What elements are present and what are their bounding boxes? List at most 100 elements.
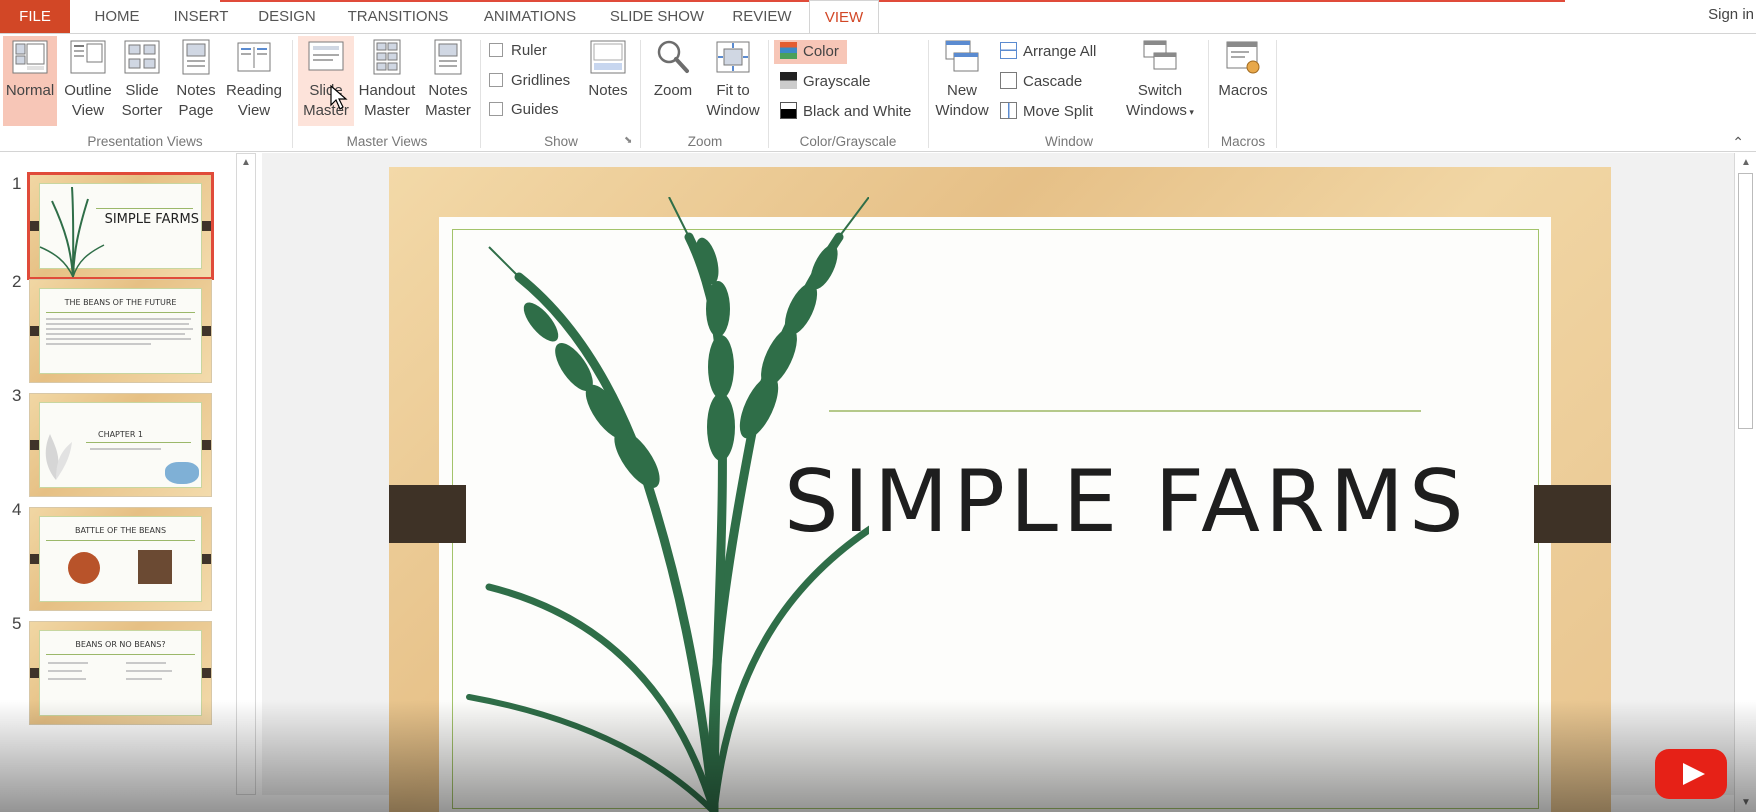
macros-group-label: Macros xyxy=(1220,134,1266,149)
new-window-label-2: Window xyxy=(935,102,989,119)
slide-thumbnail-row[interactable]: 1 SIMPLE FARMS xyxy=(0,172,230,286)
gridlines-checkbox[interactable]: Gridlines xyxy=(489,70,570,92)
cascade-button[interactable]: Cascade xyxy=(1000,70,1082,94)
powerpoint-window: FILE HOME INSERT DESIGN TRANSITIONS ANIM… xyxy=(0,0,1756,812)
handout-label-2: Master xyxy=(364,102,410,119)
group-separator xyxy=(768,40,769,148)
tab-file[interactable]: FILE xyxy=(0,0,70,33)
slide-thumbnail[interactable]: SIMPLE FARMS xyxy=(27,172,214,280)
thumb-clip xyxy=(202,440,211,450)
fit-window-icon xyxy=(716,41,750,73)
fit-to-window-button[interactable]: Fit to Window xyxy=(702,36,764,126)
thumb-rule xyxy=(46,540,195,541)
gridlines-checkbox-box[interactable] xyxy=(489,73,503,87)
macros-button[interactable]: Macros xyxy=(1214,36,1272,126)
thumb-clip xyxy=(30,326,39,336)
slide-thumbnail[interactable]: BATTLE OF THE BEANS xyxy=(29,507,212,611)
notes-master-label-1: Notes xyxy=(428,82,468,99)
tab-design[interactable]: DESIGN xyxy=(250,0,324,33)
thumb-title: BATTLE OF THE BEANS xyxy=(74,526,167,535)
outline-view-button[interactable]: Outline View xyxy=(60,36,116,126)
window-group-label: Window xyxy=(1044,134,1093,149)
thumb-clip xyxy=(202,326,211,336)
switch-label-2: Windows xyxy=(1126,102,1187,119)
slide-number: 2 xyxy=(12,272,22,291)
slide-master-button[interactable]: Slide Master xyxy=(298,36,354,126)
switch-windows-icon xyxy=(1143,40,1177,70)
thumbnail-scrollbar[interactable]: ▲ xyxy=(236,153,256,795)
sign-in-link[interactable]: Sign in xyxy=(1708,6,1754,23)
guides-checkbox-box[interactable] xyxy=(489,102,503,116)
notes-label: Notes xyxy=(588,82,628,99)
move-split-label: Move Split xyxy=(1023,103,1094,120)
grayscale-button[interactable]: Grayscale xyxy=(780,70,871,94)
slide-thumbnail-row[interactable]: 5 BEANS OR NO BEANS? xyxy=(0,614,230,726)
slide-scrollbar[interactable]: ▲ ▼ xyxy=(1734,153,1756,812)
notes-master-button[interactable]: Notes Master xyxy=(420,36,476,126)
thumb-text-line xyxy=(46,333,185,335)
move-split-button[interactable]: Move Split xyxy=(1000,100,1093,124)
show-group-label: Show xyxy=(544,134,578,149)
ruler-checkbox[interactable]: Ruler xyxy=(489,40,547,62)
slide-thumbnail-row[interactable]: 3 CHAPTER 1 xyxy=(0,386,230,498)
notes-page-icon xyxy=(182,39,210,75)
reading-view-button[interactable]: Reading View xyxy=(224,36,284,126)
board-clip-right xyxy=(1534,485,1611,543)
current-slide[interactable]: SIMPLE FARMS xyxy=(389,167,1611,812)
normal-view-button[interactable]: Normal xyxy=(3,36,57,126)
slide-thumbnail[interactable]: BEANS OR NO BEANS? xyxy=(29,621,212,725)
handout-master-button[interactable]: Handout Master xyxy=(354,36,420,126)
tab-insert[interactable]: INSERT xyxy=(168,0,234,33)
tab-animations[interactable]: ANIMATIONS xyxy=(476,0,584,33)
collapse-ribbon-icon[interactable]: ⌃ xyxy=(1732,134,1744,151)
scroll-up-arrow-icon[interactable]: ▲ xyxy=(1741,157,1751,168)
normal-view-icon xyxy=(12,40,48,74)
ruler-checkbox-box[interactable] xyxy=(489,43,503,57)
thumb-rule xyxy=(96,208,193,209)
slide-thumbnail-row[interactable]: 2 THE BEANS OF THE FUTURE xyxy=(0,272,230,384)
reading-label-1: Reading xyxy=(226,82,282,99)
zoom-button[interactable]: Zoom xyxy=(646,36,700,126)
scroll-up-arrow-icon[interactable]: ▲ xyxy=(241,157,251,168)
slide-sorter-button[interactable]: Slide Sorter xyxy=(118,36,166,126)
thumb-text-line xyxy=(46,323,189,325)
tab-view[interactable]: VIEW xyxy=(809,0,879,34)
group-presentation-views: Normal Outline View Slide Sorter Notes P… xyxy=(0,34,290,152)
black-white-button[interactable]: Black and White xyxy=(780,100,911,124)
group-separator xyxy=(1208,40,1209,148)
notes-toggle-button[interactable]: Notes xyxy=(582,36,634,126)
tab-transitions[interactable]: TRANSITIONS xyxy=(340,0,456,33)
outline-view-icon xyxy=(70,40,106,74)
slide-thumbnail[interactable]: THE BEANS OF THE FUTURE xyxy=(29,279,212,383)
guides-checkbox[interactable]: Guides xyxy=(489,99,559,121)
tab-review[interactable]: REVIEW xyxy=(727,0,797,33)
slide-title[interactable]: SIMPLE FARMS xyxy=(784,452,1504,552)
thumb-photo xyxy=(68,552,100,584)
thumb-clip xyxy=(202,668,211,678)
slide-thumbnail-row[interactable]: 4 BATTLE OF THE BEANS xyxy=(0,500,230,612)
handout-master-icon xyxy=(373,39,401,75)
tab-slide-show[interactable]: SLIDE SHOW xyxy=(605,0,709,33)
slide-number: 3 xyxy=(12,386,22,405)
presentation-views-label: Presentation Views xyxy=(87,134,203,149)
new-window-button[interactable]: New Window xyxy=(934,36,990,126)
group-separator xyxy=(640,40,641,148)
scroll-thumb[interactable] xyxy=(1738,173,1753,429)
outline-label-1: Outline xyxy=(64,82,112,99)
color-button[interactable]: Color xyxy=(774,40,847,64)
black-white-swatch-icon xyxy=(780,102,797,119)
switch-windows-button[interactable]: Switch Windows ▾ xyxy=(1118,36,1202,126)
youtube-play-icon[interactable] xyxy=(1655,749,1727,799)
tab-home[interactable]: HOME xyxy=(84,0,150,33)
notes-page-button[interactable]: Notes Page xyxy=(170,36,222,126)
slide-sorter-icon xyxy=(124,40,160,74)
scroll-down-arrow-icon[interactable]: ▼ xyxy=(1741,797,1751,808)
color-group-label: Color/Grayscale xyxy=(799,134,897,149)
arrange-all-button[interactable]: Arrange All xyxy=(1000,40,1096,64)
slide-thumbnail[interactable]: CHAPTER 1 xyxy=(29,393,212,497)
arrange-label: Arrange All xyxy=(1023,43,1097,60)
thumb-clip xyxy=(202,554,211,564)
gridlines-label: Gridlines xyxy=(511,72,571,89)
group-separator xyxy=(480,40,481,148)
cascade-icon xyxy=(1000,72,1017,89)
